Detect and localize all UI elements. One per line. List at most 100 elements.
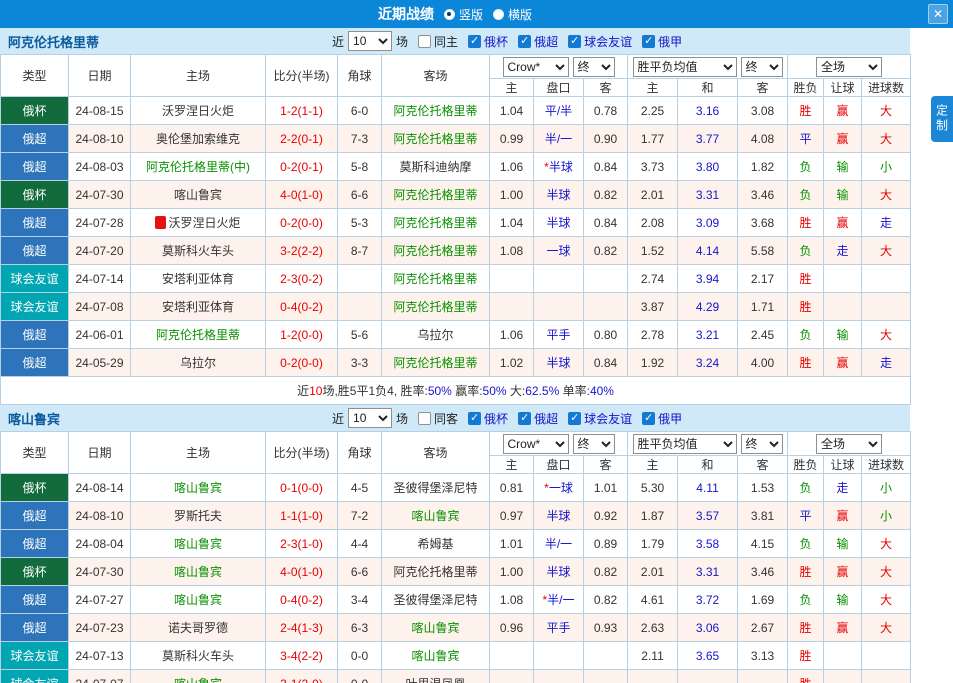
avg-final-select[interactable]: 终 (741, 57, 783, 77)
away-team-cell[interactable]: 阿克伦托格里蒂 (382, 293, 490, 321)
recent-results-panel: 近期战绩 竖版 横版 ✕ 阿克伦托格里蒂近10场同主俄杯俄超球会友谊俄甲类型日期… (0, 0, 953, 683)
home-team-cell[interactable]: 奥伦堡加索维克 (131, 125, 266, 153)
odds-final-select[interactable]: 终 (573, 434, 615, 454)
home-team-cell[interactable]: 安塔利亚体育 (131, 265, 266, 293)
away-team-cell[interactable]: 圣彼得堡泽尼特 (382, 586, 490, 614)
customize-button[interactable]: 定制 (931, 96, 953, 142)
away-team-cell[interactable]: 阿克伦托格里蒂 (382, 125, 490, 153)
score-cell: 2-3(1-0) (266, 530, 338, 558)
home-team-cell[interactable]: 莫斯科火车头 (131, 642, 266, 670)
away-team-cell[interactable]: 阿克伦托格里蒂 (382, 97, 490, 125)
same-venue-checkbox[interactable]: 同主 (418, 33, 458, 50)
away-team-cell[interactable]: 乌拉尔 (382, 321, 490, 349)
home-team-cell[interactable]: 沃罗涅日火炬 (131, 209, 266, 237)
league-type-cell: 俄超 (1, 153, 69, 181)
away-team-cell[interactable]: 莫斯科迪纳摩 (382, 153, 490, 181)
odds-home-cell (490, 293, 534, 321)
home-team-cell[interactable]: 沃罗涅日火炬 (131, 97, 266, 125)
away-team-cell[interactable]: 阿克伦托格里蒂 (382, 181, 490, 209)
summary-cell: 近10场,胜5平1负4, 胜率:50% 赢率:50% 大:62.5% 单率:40… (1, 377, 911, 405)
league-checkbox-0[interactable]: 俄杯 (468, 33, 508, 50)
odds-source-select[interactable]: Crow* (503, 434, 569, 454)
home-team-cell[interactable]: 罗斯托夫 (131, 502, 266, 530)
wdl-cell: 平 (788, 502, 824, 530)
league-checkbox-2[interactable]: 球会友谊 (568, 410, 632, 427)
league-checkbox-2[interactable]: 球会友谊 (568, 33, 632, 50)
close-button[interactable]: ✕ (928, 4, 948, 24)
away-team-cell[interactable]: 希姆基 (382, 530, 490, 558)
home-team-cell[interactable]: 喀山鲁宾 (131, 670, 266, 683)
layout-radio-horizontal[interactable]: 横版 (493, 6, 532, 23)
league-checkbox-1[interactable]: 俄超 (518, 410, 558, 427)
same-venue-checkbox[interactable]: 同客 (418, 410, 458, 427)
home-team-cell[interactable]: 喀山鲁宾 (131, 558, 266, 586)
league-checkbox-0-label: 俄杯 (484, 410, 508, 427)
league-checkbox-2-box[interactable] (568, 35, 581, 48)
league-checkbox-1-box[interactable] (518, 412, 531, 425)
league-checkbox-3[interactable]: 俄甲 (642, 410, 682, 427)
radio-horizontal-label: 横版 (508, 6, 532, 23)
away-team-cell[interactable]: 喀山鲁宾 (382, 614, 490, 642)
home-team-cell[interactable]: 喀山鲁宾 (131, 586, 266, 614)
avg-final-select[interactable]: 终 (741, 434, 783, 454)
score-cell: 3-1(2-0) (266, 670, 338, 683)
home-team-cell[interactable]: 喀山鲁宾 (131, 474, 266, 502)
avg-home-cell: 2.01 (628, 181, 678, 209)
league-checkbox-3-box[interactable] (642, 35, 655, 48)
away-team-cell[interactable]: 阿克伦托格里蒂 (382, 237, 490, 265)
odds-final-select[interactable]: 终 (573, 57, 615, 77)
home-team-cell[interactable]: 诺夫哥罗德 (131, 614, 266, 642)
league-checkbox-1[interactable]: 俄超 (518, 33, 558, 50)
handicap-result-cell (824, 642, 862, 670)
away-team-cell[interactable]: 喀山鲁宾 (382, 642, 490, 670)
league-checkbox-3-box[interactable] (642, 412, 655, 425)
away-team-cell[interactable]: 阿克伦托格里蒂 (382, 209, 490, 237)
same-venue-checkbox-box[interactable] (418, 412, 431, 425)
away-team-cell[interactable]: 喀山鲁宾 (382, 502, 490, 530)
league-type-cell: 俄超 (1, 502, 69, 530)
avg-type-select[interactable]: 胜平负均值 (633, 57, 737, 77)
away-team-cell[interactable]: 阿克伦托格里蒂 (382, 265, 490, 293)
corner-cell: 7-3 (338, 125, 382, 153)
league-checkbox-1-box[interactable] (518, 35, 531, 48)
home-team-cell[interactable]: 安塔利亚体育 (131, 293, 266, 321)
wdl-cell: 胜 (788, 293, 824, 321)
goals-result-cell: 大 (862, 237, 911, 265)
away-team-cell[interactable]: 阿克伦托格里蒂 (382, 349, 490, 377)
layout-radio-vertical[interactable]: 竖版 (444, 6, 483, 23)
home-team-cell[interactable]: 喀山鲁宾 (131, 530, 266, 558)
avg-home-cell: 2.25 (628, 97, 678, 125)
league-checkbox-2-box[interactable] (568, 412, 581, 425)
away-team-cell[interactable]: 圣彼得堡泽尼特 (382, 474, 490, 502)
wdl-cell: 负 (788, 321, 824, 349)
match-count-select[interactable]: 10 (348, 31, 392, 51)
home-team-cell[interactable]: 阿克伦托格里蒂(中) (131, 153, 266, 181)
subcolumn-header: 和 (678, 79, 738, 97)
section-header: 喀山鲁宾近10场同客俄杯俄超球会友谊俄甲 (0, 405, 910, 431)
goals-result-cell (862, 265, 911, 293)
away-team-cell[interactable]: 阿克伦托格里蒂 (382, 558, 490, 586)
tables-container: 阿克伦托格里蒂近10场同主俄杯俄超球会友谊俄甲类型日期主场比分(半场)角球客场C… (0, 28, 953, 683)
summary-text: 50% (428, 384, 452, 398)
table-head: 类型日期主场比分(半场)角球客场Crow*终胜平负均值终全场主盘口客主和客胜负让… (1, 55, 911, 97)
league-checkbox-3[interactable]: 俄甲 (642, 33, 682, 50)
scope-select[interactable]: 全场 (816, 434, 882, 454)
league-type-cell: 俄杯 (1, 97, 69, 125)
league-checkbox-0-box[interactable] (468, 412, 481, 425)
avg-away-cell: 1.69 (738, 586, 788, 614)
home-team-cell[interactable]: 阿克伦托格里蒂 (131, 321, 266, 349)
event-icon (155, 216, 166, 229)
same-venue-checkbox-box[interactable] (418, 35, 431, 48)
home-team-cell[interactable]: 喀山鲁宾 (131, 181, 266, 209)
home-team-cell[interactable]: 莫斯科火车头 (131, 237, 266, 265)
home-team-cell[interactable]: 乌拉尔 (131, 349, 266, 377)
league-type-cell: 俄超 (1, 125, 69, 153)
score-cell: 3-2(2-2) (266, 237, 338, 265)
odds-source-select[interactable]: Crow* (503, 57, 569, 77)
away-team-cell[interactable]: 叶里温凤凰 (382, 670, 490, 683)
match-count-select[interactable]: 10 (348, 408, 392, 428)
scope-select[interactable]: 全场 (816, 57, 882, 77)
avg-type-select[interactable]: 胜平负均值 (633, 434, 737, 454)
league-checkbox-0-box[interactable] (468, 35, 481, 48)
league-checkbox-0[interactable]: 俄杯 (468, 410, 508, 427)
